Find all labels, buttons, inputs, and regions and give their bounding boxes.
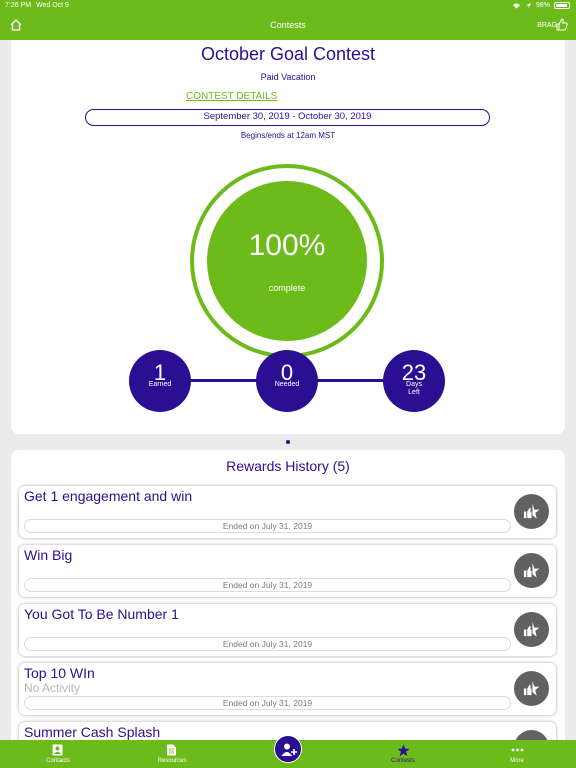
reward-name: You Got To Be Number 1 <box>24 606 179 622</box>
page-title: Contests <box>270 20 306 30</box>
tab-resources-label: Resources <box>157 758 187 764</box>
stat-days-left-label-bottom: Left <box>408 389 420 396</box>
reward-ended-date: Ended on July 31, 2019 <box>24 696 511 710</box>
reward-item[interactable]: Win Big Ended on July 31, 2019 <box>19 545 556 597</box>
reward-star-button[interactable] <box>514 671 549 706</box>
reward-name: Win Big <box>24 547 73 563</box>
star-thumbs-icon <box>523 621 540 637</box>
tab-contacts-label: Contacts <box>46 758 70 764</box>
contest-details-link[interactable]: CONTEST DETAILS <box>186 91 277 102</box>
battery-icon <box>554 2 570 9</box>
tab-contacts[interactable]: Contacts <box>28 740 88 768</box>
status-date: Wed Oct 9 <box>36 2 69 9</box>
brag-button[interactable]: BRAG <box>537 22 557 29</box>
progress-ring: 100% complete <box>190 164 384 358</box>
reward-item[interactable]: You Got To Be Number 1 Ended on July 31,… <box>19 604 556 656</box>
battery-percent: 98% <box>535 2 550 9</box>
contest-begins-ends: Begins/ends at 12am MST <box>240 131 336 140</box>
reward-name: Get 1 engagement and win <box>24 488 193 504</box>
rewards-history-card: Rewards History (5) Get 1 engagement and… <box>11 450 565 750</box>
contest-date-range: September 30, 2019 - October 30, 2019 <box>85 109 490 126</box>
star-thumbs-icon <box>523 680 540 696</box>
thumbs-up-icon[interactable] <box>556 17 568 31</box>
wifi-icon <box>512 3 520 9</box>
stat-needed: 0 Needed <box>256 350 318 412</box>
status-bar: 7:26 PM Wed Oct 9 98% <box>0 0 576 12</box>
tab-more[interactable]: More <box>487 740 547 768</box>
contacts-icon <box>52 744 63 756</box>
tab-contests-label: Contests <box>391 758 415 764</box>
star-thumbs-icon <box>523 562 540 578</box>
reward-ended-date: Ended on July 31, 2019 <box>24 578 511 592</box>
stat-needed-label: Needed <box>274 381 300 388</box>
contest-card: October Goal Contest Paid Vacation CONTE… <box>11 40 565 434</box>
star-thumbs-icon <box>523 503 540 519</box>
progress-circle: 100% complete <box>207 181 367 341</box>
reward-ended-date: Ended on July 31, 2019 <box>24 519 511 533</box>
reward-name: Top 10 WIn <box>24 665 95 681</box>
stat-days-left-label-top: Days <box>406 381 422 388</box>
reward-item[interactable]: Top 10 WIn No Activity Ended on July 31,… <box>19 663 556 715</box>
nav-bar: Contests BRAG <box>0 12 576 40</box>
progress-label: complete <box>268 283 306 293</box>
add-contact-button[interactable] <box>274 735 302 763</box>
tab-contests[interactable]: Contests <box>373 740 433 768</box>
location-icon <box>525 2 532 9</box>
status-indicators: 98% <box>512 2 570 9</box>
reward-star-button[interactable] <box>514 553 549 588</box>
page-indicator-dot[interactable] <box>286 440 290 444</box>
tab-resources[interactable]: Resources <box>142 740 202 768</box>
stat-earned-label: Earned <box>148 381 172 388</box>
reward-name: Summer Cash Splash <box>24 724 161 740</box>
progress-percent: 100% <box>248 229 326 262</box>
reward-ended-date: Ended on July 31, 2019 <box>24 637 511 651</box>
stat-earned: 1 Earned <box>129 350 191 412</box>
reward-star-button[interactable] <box>514 612 549 647</box>
contest-title: October Goal Contest <box>200 44 376 64</box>
reward-star-button[interactable] <box>514 494 549 529</box>
status-time: 7:26 PM <box>5 2 32 9</box>
reward-item[interactable]: Get 1 engagement and win Ended on July 3… <box>19 486 556 538</box>
rewards-history-title: Rewards History (5) <box>226 458 350 474</box>
stat-days-left: 23 Days Left <box>383 350 445 412</box>
tab-more-label: More <box>510 758 524 764</box>
reward-activity: No Activity <box>24 681 81 695</box>
add-person-icon <box>281 743 297 756</box>
contest-prize: Paid Vacation <box>260 72 316 82</box>
document-icon <box>167 744 176 756</box>
star-icon <box>397 744 410 757</box>
more-dots-icon <box>511 748 524 752</box>
